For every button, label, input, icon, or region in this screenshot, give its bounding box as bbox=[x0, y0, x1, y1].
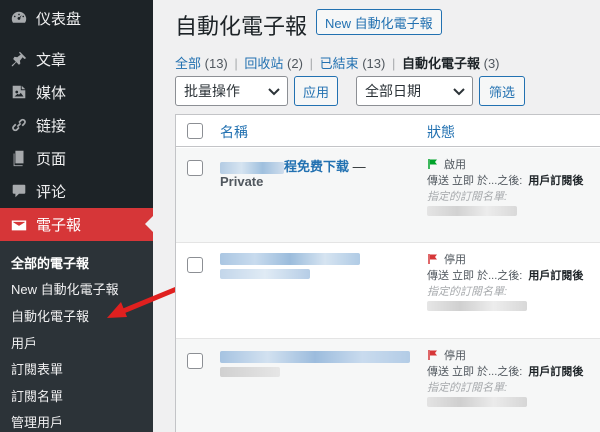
send-label: 傳送 立即 於...之後: bbox=[427, 175, 523, 187]
submenu-users[interactable]: 用戶 bbox=[11, 333, 37, 352]
sidebar-item-posts[interactable]: 文章 bbox=[0, 43, 153, 75]
row-checkbox[interactable] bbox=[187, 257, 203, 273]
list-label: 指定的訂閱名單: bbox=[427, 382, 508, 394]
send-label: 傳送 立即 於...之後: bbox=[427, 270, 523, 282]
separator: | bbox=[309, 56, 313, 71]
admin-sidebar: 仪表盘 文章 媒体 链接 页面 评论 電子報 全部的電子報 New 自動化電子報… bbox=[0, 0, 153, 432]
sidebar-item-newsletter[interactable]: 電子報 bbox=[0, 208, 153, 241]
date-filter-value: 全部日期 bbox=[365, 83, 421, 99]
sidebar-item-label: 電子報 bbox=[36, 217, 82, 234]
send-trigger: 用戶訂閱後 bbox=[528, 175, 584, 187]
status-value: 停用 bbox=[444, 254, 466, 266]
post-state-label: Private bbox=[220, 174, 264, 189]
title-dash: — bbox=[352, 159, 366, 174]
redacted-title bbox=[220, 253, 360, 265]
view-ended-count: (13) bbox=[362, 56, 386, 71]
main-content: 自動化電子報 New 自動化電子報 全部 (13) | 回收站 (2) | 已結… bbox=[153, 0, 600, 432]
submenu-subscription-lists[interactable]: 訂閱名單 bbox=[11, 386, 63, 405]
flag-icon bbox=[428, 254, 437, 264]
view-current-label: 自動化電子報 bbox=[401, 56, 480, 71]
redacted-list-name bbox=[427, 301, 527, 311]
sidebar-item-label: 仪表盘 bbox=[36, 10, 82, 28]
sidebar-item-label: 文章 bbox=[36, 51, 67, 69]
row-checkbox[interactable] bbox=[187, 160, 203, 176]
view-all-link[interactable]: 全部 bbox=[175, 56, 201, 71]
page-title: 自動化電子報 bbox=[175, 14, 308, 39]
date-filter-select[interactable]: 全部日期 bbox=[356, 76, 473, 106]
chevron-down-icon bbox=[453, 88, 465, 96]
link-icon bbox=[0, 116, 36, 134]
sidebar-item-media[interactable]: 媒体 bbox=[0, 76, 153, 108]
pin-icon bbox=[0, 50, 36, 68]
apply-button[interactable]: 应用 bbox=[294, 76, 338, 106]
comment-icon bbox=[0, 182, 36, 200]
send-trigger: 用戶訂閱後 bbox=[528, 270, 584, 282]
view-current-count: (3) bbox=[483, 56, 500, 71]
sidebar-item-pages[interactable]: 页面 bbox=[0, 142, 153, 174]
row-title-link[interactable]: 程免费下载 bbox=[284, 159, 349, 174]
list-label: 指定的訂閱名單: bbox=[427, 286, 508, 298]
view-ended-link[interactable]: 已結束 bbox=[320, 56, 359, 71]
media-icon bbox=[0, 83, 36, 101]
select-all-checkbox[interactable] bbox=[187, 123, 203, 139]
flag-icon bbox=[428, 159, 437, 169]
view-trash-count: (2) bbox=[287, 56, 303, 71]
submenu-all-newsletters[interactable]: 全部的電子報 bbox=[11, 253, 89, 272]
dashboard-icon bbox=[0, 9, 36, 27]
bulk-action-select[interactable]: 批量操作 bbox=[175, 76, 288, 106]
sidebar-item-comments[interactable]: 评论 bbox=[0, 175, 153, 207]
status-value: 啟用 bbox=[444, 159, 466, 171]
view-all-count: (13) bbox=[204, 56, 228, 71]
row-title: 程免费下载 — bbox=[220, 156, 366, 175]
newsletter-submenu: 全部的電子報 New 自動化電子報 自動化電子報 用戶 訂閱表單 訂閱名單 管理… bbox=[0, 241, 153, 432]
sidebar-item-label: 链接 bbox=[36, 117, 67, 135]
automation-table: 名稱 狀態 程免费下载 — Private 啟用 傳送 立即 於...之後: 用… bbox=[175, 114, 600, 432]
column-header-status: 狀態 bbox=[427, 124, 455, 140]
status-cell: 停用 傳送 立即 於...之後: 用戶訂閱後 指定的訂閱名單: bbox=[427, 251, 584, 311]
redacted-list-name bbox=[427, 206, 517, 216]
row-checkbox[interactable] bbox=[187, 353, 203, 369]
submenu-manage-users[interactable]: 管理用戶 bbox=[11, 412, 63, 431]
table-row: 停用 傳送 立即 於...之後: 用戶訂閱後 指定的訂閱名單: bbox=[176, 339, 600, 432]
status-cell: 啟用 傳送 立即 於...之後: 用戶訂閱後 指定的訂閱名單: bbox=[427, 156, 584, 216]
sidebar-item-dashboard[interactable]: 仪表盘 bbox=[0, 2, 153, 34]
sidebar-item-links[interactable]: 链接 bbox=[0, 109, 153, 141]
mail-icon bbox=[0, 216, 36, 234]
add-new-automation-button[interactable]: New 自動化電子報 bbox=[316, 9, 442, 35]
view-trash-link[interactable]: 回收站 bbox=[244, 56, 283, 71]
table-header: 名稱 狀態 bbox=[176, 115, 600, 147]
filter-button[interactable]: 筛选 bbox=[479, 76, 525, 106]
redacted-title bbox=[220, 351, 410, 363]
send-label: 傳送 立即 於...之後: bbox=[427, 366, 523, 378]
sidebar-item-label: 评论 bbox=[36, 183, 67, 201]
redacted-title bbox=[220, 161, 284, 174]
sidebar-item-label: 媒体 bbox=[36, 84, 67, 102]
status-value: 停用 bbox=[444, 350, 466, 362]
chevron-down-icon bbox=[268, 88, 280, 96]
view-filter-links: 全部 (13) | 回收站 (2) | 已結束 (13) | 自動化電子報 (3… bbox=[175, 53, 500, 72]
list-label: 指定的訂閱名單: bbox=[427, 191, 508, 203]
column-header-title[interactable]: 名稱 bbox=[220, 122, 248, 142]
bulk-action-value: 批量操作 bbox=[184, 83, 240, 99]
table-row: 程免费下载 — Private 啟用 傳送 立即 於...之後: 用戶訂閱後 指… bbox=[176, 148, 600, 243]
table-row: 停用 傳送 立即 於...之後: 用戶訂閱後 指定的訂閱名單: bbox=[176, 243, 600, 339]
redacted-title bbox=[220, 367, 280, 377]
separator: | bbox=[391, 56, 396, 71]
redacted-title bbox=[220, 269, 310, 279]
page-icon bbox=[0, 149, 36, 167]
separator: | bbox=[234, 56, 238, 71]
redacted-list-name bbox=[427, 397, 527, 407]
submenu-subscription-forms[interactable]: 訂閱表單 bbox=[11, 359, 63, 378]
send-trigger: 用戶訂閱後 bbox=[528, 366, 584, 378]
sidebar-item-label: 页面 bbox=[36, 150, 67, 168]
status-cell: 停用 傳送 立即 於...之後: 用戶訂閱後 指定的訂閱名單: bbox=[427, 347, 584, 407]
submenu-automation[interactable]: 自動化電子報 bbox=[11, 306, 89, 325]
flag-icon bbox=[428, 350, 437, 360]
